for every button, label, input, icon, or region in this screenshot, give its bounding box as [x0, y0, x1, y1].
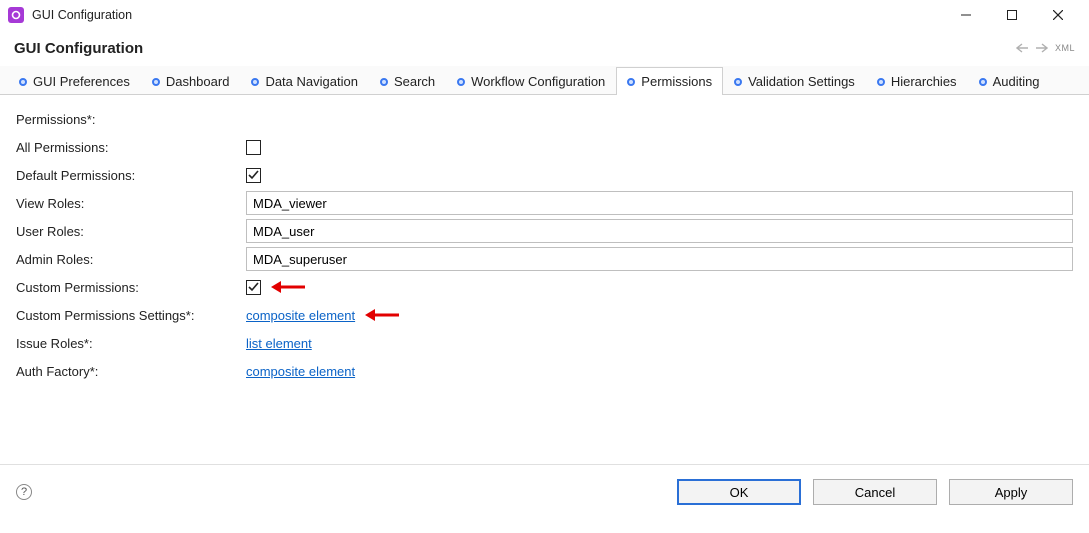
nav-forward-icon[interactable]: [1035, 41, 1049, 55]
all-permissions-checkbox[interactable]: [246, 140, 261, 155]
auth-factory-label: Auth Factory*:: [16, 364, 246, 379]
cancel-button[interactable]: Cancel: [813, 479, 937, 505]
bullet-icon: [877, 78, 885, 86]
window-controls: [943, 0, 1081, 30]
all-permissions-label: All Permissions:: [16, 140, 246, 155]
admin-roles-input[interactable]: [246, 247, 1073, 271]
tab-label: Permissions: [641, 74, 712, 89]
custom-settings-link[interactable]: composite element: [246, 308, 355, 323]
admin-roles-label: Admin Roles:: [16, 252, 246, 267]
bullet-icon: [627, 78, 635, 86]
help-icon[interactable]: ?: [16, 484, 32, 500]
tab-search[interactable]: Search: [369, 67, 446, 95]
bullet-icon: [251, 78, 259, 86]
annotation-arrow-icon: [365, 308, 399, 322]
custom-permissions-checkbox[interactable]: [246, 280, 261, 295]
window-titlebar: GUI Configuration: [0, 0, 1089, 30]
tab-bar: GUI Preferences Dashboard Data Navigatio…: [0, 66, 1089, 95]
window-title: GUI Configuration: [32, 8, 132, 22]
tab-validation-settings[interactable]: Validation Settings: [723, 67, 866, 95]
tab-label: Data Navigation: [265, 74, 358, 89]
custom-settings-label: Custom Permissions Settings*:: [16, 308, 246, 323]
tab-label: Search: [394, 74, 435, 89]
tab-hierarchies[interactable]: Hierarchies: [866, 67, 968, 95]
view-roles-input[interactable]: [246, 191, 1073, 215]
apply-button[interactable]: Apply: [949, 479, 1073, 505]
tab-label: GUI Preferences: [33, 74, 130, 89]
tab-data-navigation[interactable]: Data Navigation: [240, 67, 369, 95]
permissions-form: Permissions*: All Permissions: Default P…: [0, 95, 1089, 465]
tab-permissions[interactable]: Permissions: [616, 67, 723, 95]
view-roles-label: View Roles:: [16, 196, 246, 211]
ok-button[interactable]: OK: [677, 479, 801, 505]
issue-roles-link[interactable]: list element: [246, 336, 312, 351]
tab-label: Validation Settings: [748, 74, 855, 89]
tab-workflow-configuration[interactable]: Workflow Configuration: [446, 67, 616, 95]
xml-label[interactable]: XML: [1055, 43, 1075, 53]
close-button[interactable]: [1035, 0, 1081, 30]
bullet-icon: [457, 78, 465, 86]
bullet-icon: [734, 78, 742, 86]
tab-label: Dashboard: [166, 74, 230, 89]
bullet-icon: [19, 78, 27, 86]
issue-roles-label: Issue Roles*:: [16, 336, 246, 351]
default-permissions-checkbox[interactable]: [246, 168, 261, 183]
tab-auditing[interactable]: Auditing: [968, 67, 1051, 95]
auth-factory-link[interactable]: composite element: [246, 364, 355, 379]
user-roles-input[interactable]: [246, 219, 1073, 243]
tab-label: Auditing: [993, 74, 1040, 89]
maximize-button[interactable]: [989, 0, 1035, 30]
page-title: GUI Configuration: [14, 40, 143, 57]
bullet-icon: [152, 78, 160, 86]
tab-label: Hierarchies: [891, 74, 957, 89]
header-actions: XML: [1015, 41, 1075, 55]
annotation-arrow-icon: [271, 280, 305, 294]
page-header: GUI Configuration XML: [0, 30, 1089, 66]
bullet-icon: [979, 78, 987, 86]
permissions-label: Permissions*:: [16, 112, 246, 127]
tab-dashboard[interactable]: Dashboard: [141, 67, 241, 95]
default-permissions-label: Default Permissions:: [16, 168, 246, 183]
tab-gui-preferences[interactable]: GUI Preferences: [8, 67, 141, 95]
nav-back-icon[interactable]: [1015, 41, 1029, 55]
minimize-button[interactable]: [943, 0, 989, 30]
tab-label: Workflow Configuration: [471, 74, 605, 89]
app-icon: [8, 7, 24, 23]
custom-permissions-label: Custom Permissions:: [16, 280, 246, 295]
button-bar: ? OK Cancel Apply: [0, 465, 1089, 519]
user-roles-label: User Roles:: [16, 224, 246, 239]
bullet-icon: [380, 78, 388, 86]
